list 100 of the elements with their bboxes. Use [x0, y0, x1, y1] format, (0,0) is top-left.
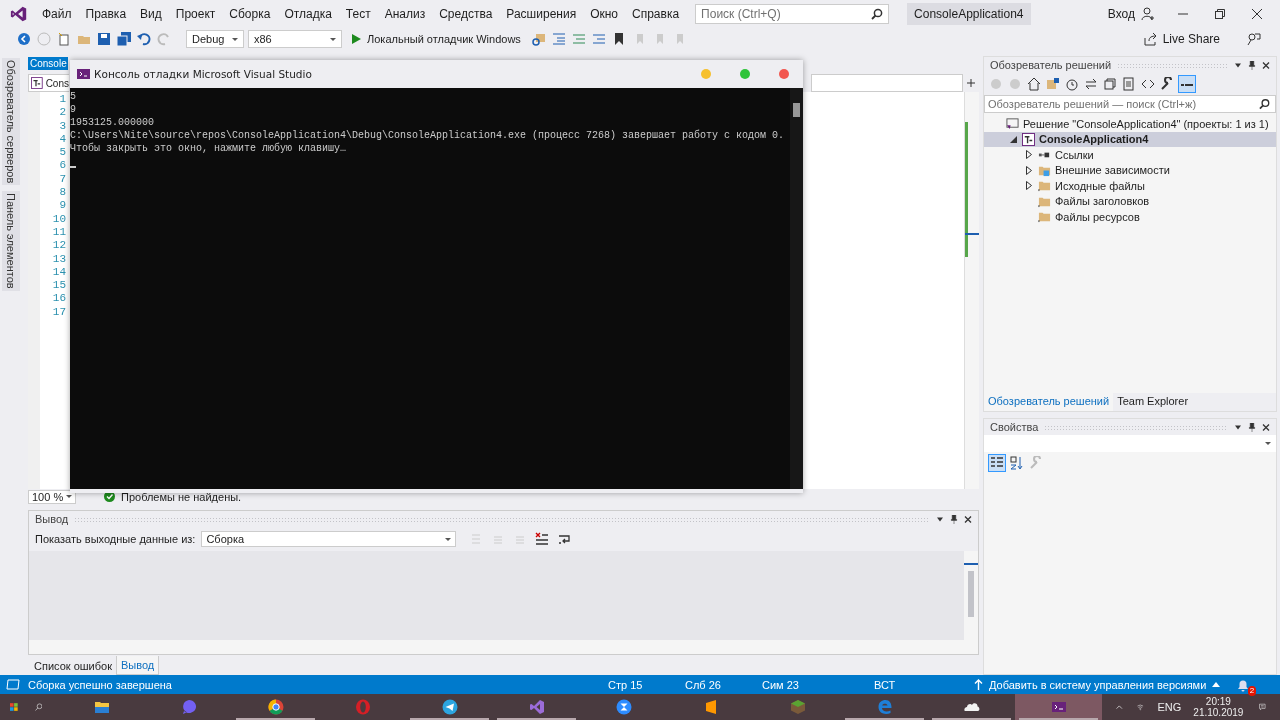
sign-in-link[interactable]: Вход	[1107, 7, 1135, 21]
back-icon[interactable]	[16, 31, 32, 47]
save-icon[interactable]	[96, 31, 112, 47]
wrench-icon[interactable]	[1159, 76, 1175, 92]
menu-item[interactable]: Анализ	[384, 7, 426, 21]
pin-icon[interactable]	[1248, 60, 1256, 70]
platform-dropdown[interactable]: x86	[248, 30, 342, 48]
live-share-button[interactable]: Live Share	[1137, 31, 1226, 47]
line-number: 16	[52, 292, 66, 306]
menu-item[interactable]: Вид	[140, 7, 162, 21]
line-number: 1	[59, 93, 66, 107]
menu-item[interactable]: Справка	[632, 7, 680, 21]
project-dropdown[interactable]: Cons	[28, 74, 69, 92]
search-field[interactable]: Обозреватель решений — поиск (Ctrl+ж)	[984, 95, 1276, 113]
clear-all-icon[interactable]	[534, 531, 551, 547]
play-icon	[352, 34, 361, 44]
start-debugging-button[interactable]: Локальный отладчик Windows	[346, 33, 527, 45]
console-line: 9	[70, 103, 77, 116]
output-scrollbar[interactable]	[964, 551, 978, 640]
output-source-dropdown[interactable]: Сборка	[201, 531, 457, 547]
start-icon[interactable]	[10, 700, 18, 714]
tree-item[interactable]: Исходные файлы	[984, 178, 1276, 194]
pin-icon[interactable]	[1248, 422, 1256, 432]
search-icon	[1259, 98, 1270, 110]
text-cursor	[70, 166, 76, 168]
menu-item[interactable]: Тест	[345, 7, 371, 21]
menu-item[interactable]: Отладка	[284, 7, 332, 21]
sort-icon[interactable]	[1009, 455, 1025, 471]
history-icon[interactable]	[1064, 76, 1080, 92]
taskbar-button[interactable]	[1015, 694, 1103, 720]
panel-title: Вывод	[35, 513, 69, 525]
panel-tab[interactable]: Список ошибок	[30, 657, 116, 675]
panel-tab[interactable]: Team Explorer	[1113, 393, 1193, 411]
source-control-button[interactable]: Добавить в систему управления версиями	[974, 678, 1221, 691]
menu-item[interactable]: Окно	[590, 7, 619, 21]
save-all-icon[interactable]	[116, 31, 132, 47]
configuration-dropdown[interactable]: Debug	[186, 30, 244, 48]
wifi-icon[interactable]	[1136, 701, 1144, 713]
console-scrollbar[interactable]	[790, 88, 803, 489]
split-icon[interactable]	[967, 79, 975, 87]
menu-item[interactable]: Файл	[42, 7, 72, 21]
close-icon[interactable]	[1262, 422, 1270, 432]
menu-item[interactable]: Правка	[85, 7, 127, 21]
line-number: 8	[59, 186, 66, 200]
line-indicator: Стр 15	[608, 678, 644, 691]
console-line: 5	[70, 90, 77, 103]
zoom-dropdown[interactable]: 100 %	[28, 489, 76, 504]
side-tab[interactable]: Панель элементов	[2, 191, 20, 291]
panel-tab[interactable]: Обозреватель решений	[984, 393, 1114, 411]
output-window-icon[interactable]	[6, 679, 20, 690]
solution-name: ConsoleApplication4	[907, 3, 1031, 25]
search-field[interactable]: Поиск (Ctrl+Q)	[695, 4, 890, 24]
paper-plane-icon	[441, 699, 458, 715]
project-icon	[31, 77, 43, 89]
language-indicator[interactable]: ENG	[1157, 701, 1182, 713]
close-icon[interactable]	[1252, 9, 1262, 19]
tree-item[interactable]: Файлы заголовков	[984, 193, 1276, 209]
tree-item[interactable]: Решение "ConsoleApplication4" (проекты: 1 из 1)	[984, 116, 1276, 132]
status-message: Сборка успешно завершена	[28, 678, 173, 691]
preview-icon[interactable]	[1178, 75, 1196, 93]
close-icon[interactable]	[1262, 60, 1270, 70]
panel-tab[interactable]: Вывод	[116, 656, 160, 675]
tree-item[interactable]: Ссылки	[984, 147, 1276, 163]
switch-views-icon[interactable]	[1045, 76, 1061, 92]
close-button[interactable]	[779, 69, 789, 79]
line-number: 14	[52, 265, 66, 280]
new-item-icon[interactable]	[56, 31, 72, 47]
sync-icon[interactable]	[1083, 76, 1099, 92]
ribbon-logo-icon	[528, 699, 545, 715]
output-source-label: Показать выходные данные из:	[35, 533, 196, 545]
tree-item[interactable]: ConsoleApplication4	[984, 131, 1276, 147]
tree-item[interactable]: Внешние зависимости	[984, 162, 1276, 178]
menu-item[interactable]: Сборка	[229, 7, 271, 21]
close-icon[interactable]	[964, 514, 972, 524]
feedback-icon[interactable]	[1246, 31, 1262, 47]
clock-time[interactable]: 20:19	[1205, 696, 1231, 707]
menu-item[interactable]: Проект	[175, 7, 216, 21]
find-icon[interactable]	[530, 31, 547, 47]
editor-scrollbar[interactable]	[964, 92, 979, 489]
line-number: 7	[59, 172, 66, 187]
editor-tab[interactable]: Console	[28, 57, 68, 70]
restore-icon[interactable]	[1215, 9, 1225, 19]
side-tab[interactable]: Обозреватель серверов	[2, 58, 20, 186]
menu-item[interactable]: Расширения	[506, 7, 577, 21]
menu-item[interactable]: Средства	[439, 7, 493, 21]
share-icon	[1143, 32, 1158, 46]
folder-icon	[1038, 179, 1051, 193]
home-icon[interactable]	[1026, 76, 1042, 92]
clock-date[interactable]: 21.10.2019	[1193, 707, 1244, 718]
pin-icon[interactable]	[950, 514, 958, 524]
collapse-icon[interactable]	[1102, 76, 1118, 92]
categorized-icon[interactable]	[988, 454, 1006, 472]
undo-icon[interactable]	[136, 31, 152, 47]
notifications-icon[interactable]	[1259, 701, 1266, 713]
line-number: 5	[59, 146, 66, 160]
folder-icon	[93, 699, 110, 715]
user-icon[interactable]	[1141, 7, 1155, 21]
line-number: 11	[52, 225, 66, 240]
expanded-arrow-icon[interactable]	[1009, 135, 1017, 143]
tree-item[interactable]: Файлы ресурсов	[984, 209, 1276, 225]
